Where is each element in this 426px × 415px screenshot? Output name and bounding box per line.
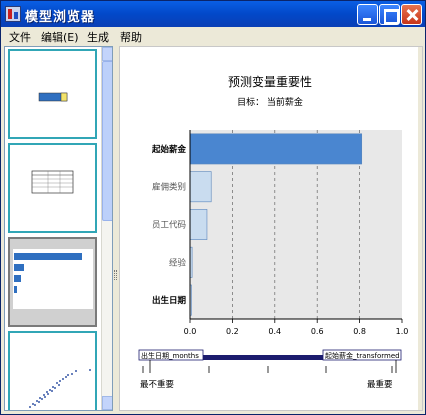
x-tick-label: 0.4 <box>268 327 281 336</box>
importance-chart: 起始薪金雇佣类别员工代码经验出生日期 0.0 0.2 0.4 0.6 0.8 1.0 出生… <box>138 130 409 390</box>
x-tick-label: 0.0 <box>184 327 197 336</box>
scroll-up-arrow[interactable] <box>102 47 112 61</box>
legend-min-tag-text: 出生日期_months <box>141 351 199 360</box>
menu-generate[interactable]: 生成 <box>87 29 109 45</box>
category-label: 雇佣类别 <box>152 182 186 193</box>
thumbnail-summary-icon <box>38 92 68 102</box>
thumbnail-scatter[interactable] <box>8 331 97 410</box>
thumbnail-scrollbar[interactable] <box>101 47 112 410</box>
app-icon <box>5 6 21 22</box>
legend-most-important: 最重要 <box>367 379 393 390</box>
minimize-button[interactable] <box>357 4 378 25</box>
x-tick-label: 0.2 <box>226 327 239 336</box>
x-tick-label: 1.0 <box>396 327 409 336</box>
scroll-down-arrow[interactable] <box>102 396 112 410</box>
thumbnail-table-icon <box>31 170 74 194</box>
thumbnail-bars-icon <box>13 249 93 309</box>
panel-right-edge <box>418 47 422 410</box>
scroll-thumb[interactable] <box>102 61 112 221</box>
menu-bar: 文件 编辑(E) 生成 帮助 <box>1 27 425 45</box>
window-title: 模型浏览器 <box>25 10 96 25</box>
x-tick-label: 0.8 <box>353 327 366 336</box>
close-button[interactable] <box>401 4 422 25</box>
category-label: 出生日期 <box>152 295 187 306</box>
thumbnail-scatter-icon <box>29 369 91 408</box>
menu-file[interactable]: 文件 <box>9 29 31 45</box>
maximize-button[interactable] <box>379 4 400 25</box>
bar-0[interactable] <box>189 133 363 165</box>
thumbnail-model-summary[interactable] <box>8 49 97 139</box>
menu-help[interactable]: 帮助 <box>120 29 142 45</box>
thumbnail-panel <box>4 46 113 411</box>
splitter-grip[interactable] <box>114 270 117 280</box>
bar-2[interactable] <box>189 209 208 240</box>
category-label: 起始薪金 <box>151 144 187 155</box>
menu-edit[interactable]: 编辑(E) <box>41 29 79 45</box>
chart-panel: 预测变量重要性 目标： 当前薪金 起始薪金 雇佣类别 员工代码 经验 出生日期 0.0 0… <box>119 46 423 411</box>
bar-1[interactable] <box>189 171 212 203</box>
title-bar[interactable]: 模型浏览器 <box>1 1 425 27</box>
category-label: 员工代码 <box>152 220 186 231</box>
category-label: 经验 <box>169 257 187 268</box>
x-tick-label: 0.6 <box>311 327 324 336</box>
legend-least-important: 最不重要 <box>140 379 175 390</box>
legend-max-tag-text: 起始薪金_transformed <box>325 351 400 360</box>
thumbnail-importance-chart[interactable] <box>8 237 97 327</box>
thumbnail-table[interactable] <box>8 143 97 233</box>
model-browser-window: 模型浏览器 文件 编辑(E) 生成 帮助 预测变量重要性 目标： 当前薪金 起始… <box>0 0 426 415</box>
